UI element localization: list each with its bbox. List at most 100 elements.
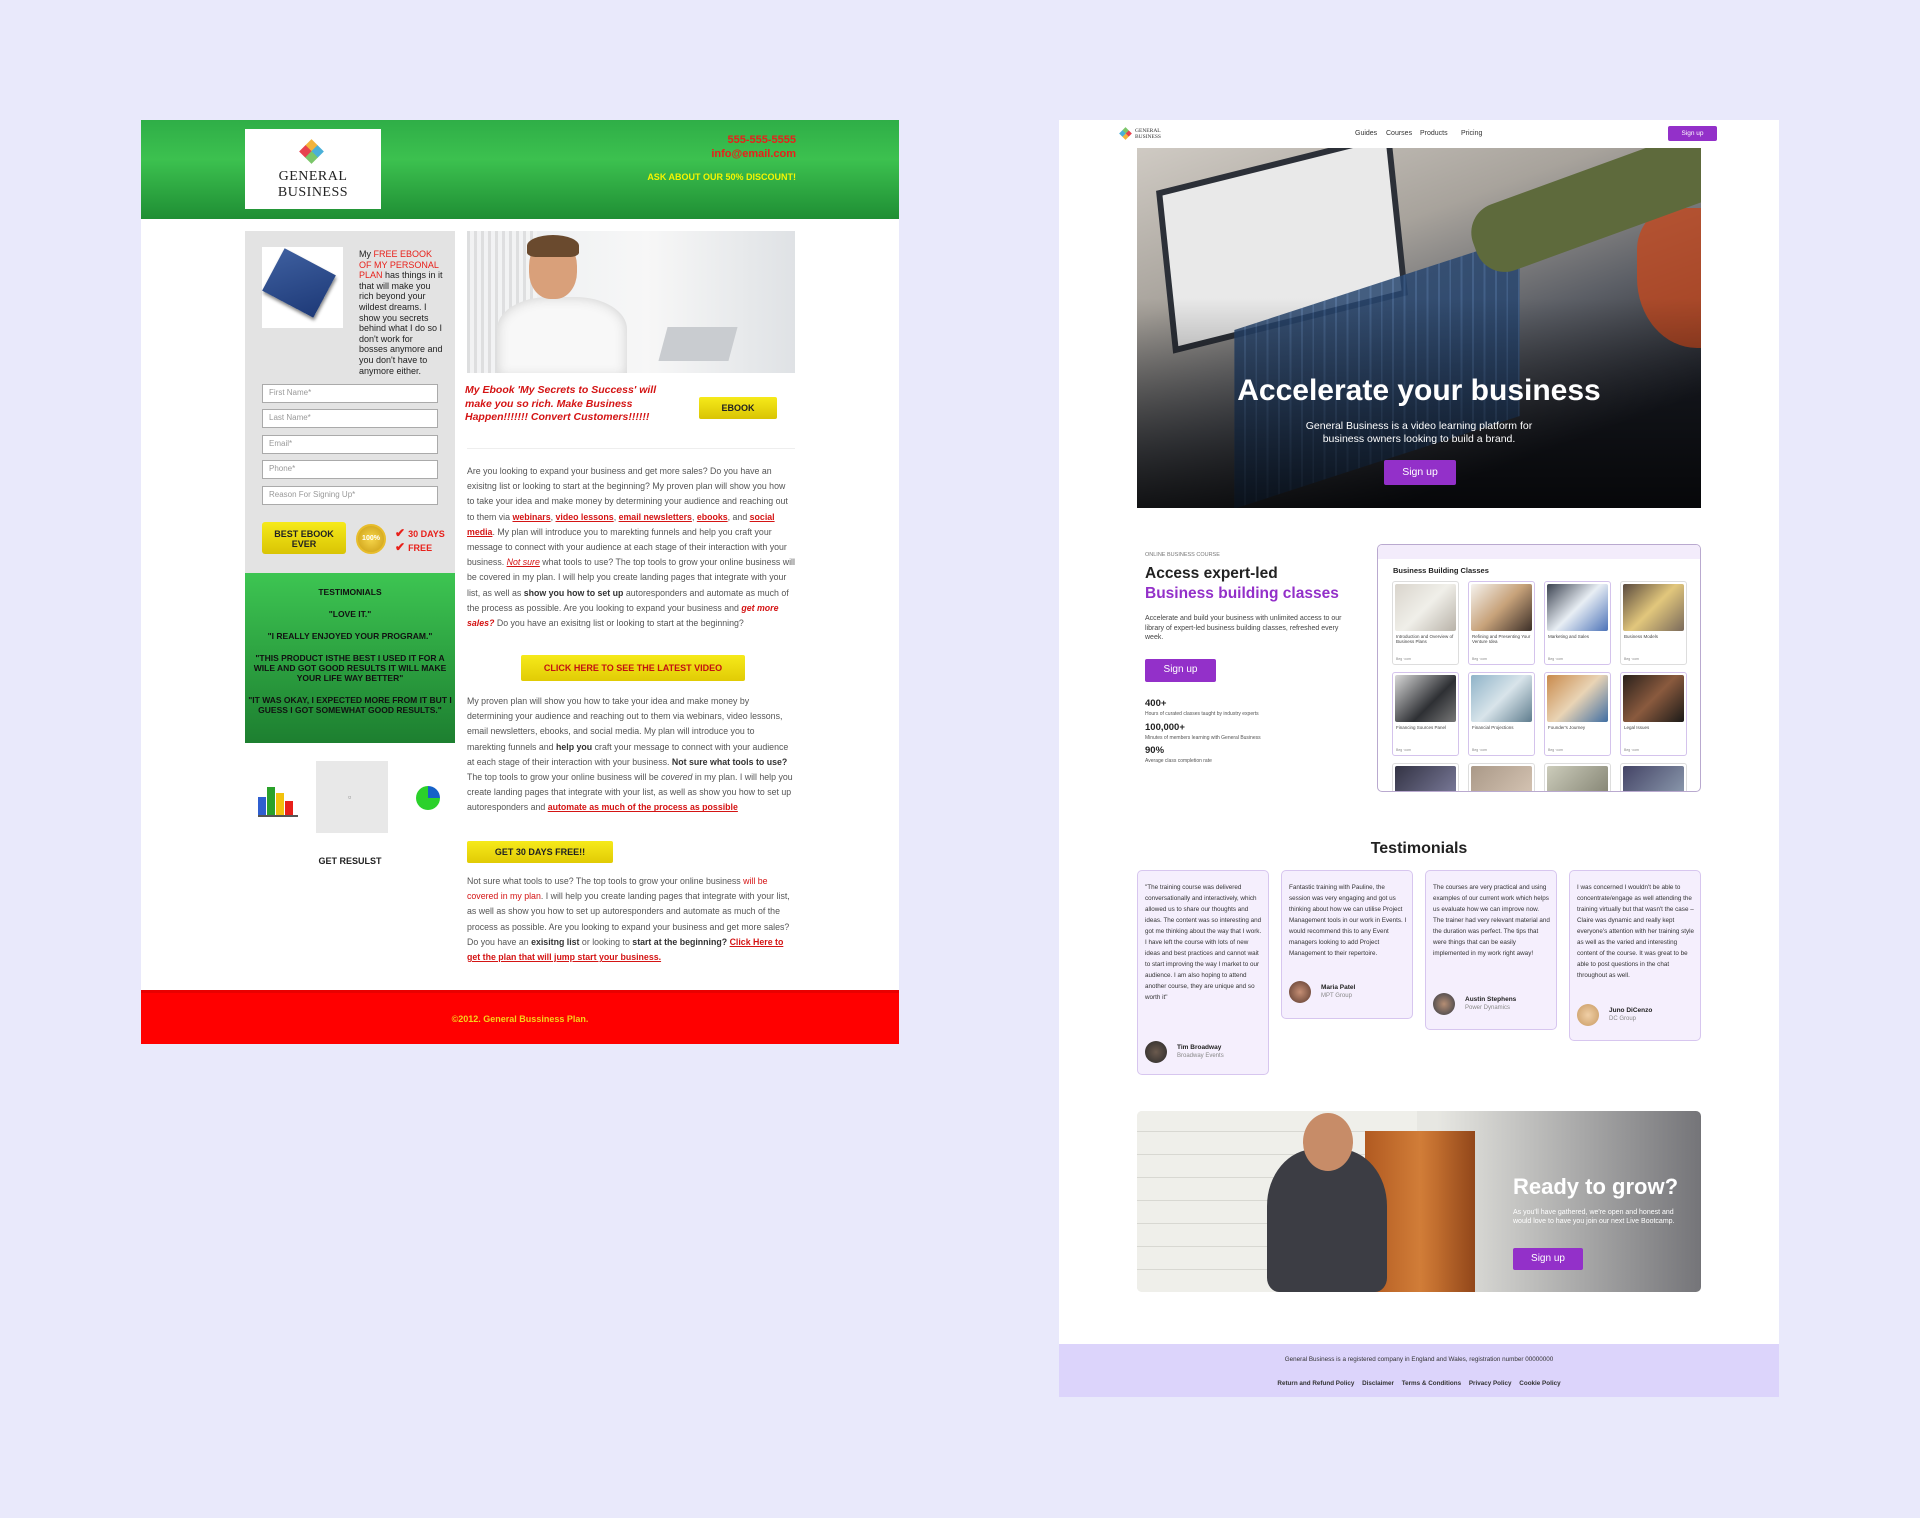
testimonial-card: I was concerned I wouldn't be able to co…: [1569, 870, 1701, 1041]
course-eyebrow: ONLINE BUSINESS COURSE: [1145, 552, 1220, 558]
testimonial-org: DC Group: [1609, 1016, 1637, 1022]
testimonial-quote: "IT WAS OKAY, I EXPECTED MORE FROM IT BU…: [248, 695, 452, 715]
testimonial-name: Maria Patel: [1321, 984, 1356, 991]
testimonial-quote: I was concerned I wouldn't be able to co…: [1577, 884, 1695, 979]
not-sure-link[interactable]: Not sure: [507, 557, 540, 567]
check-free: ✔ FREE: [395, 540, 433, 554]
email-link[interactable]: info@email.com: [711, 147, 796, 161]
checkmark-icon: ✔: [395, 526, 406, 540]
email-field[interactable]: Email*: [262, 435, 438, 454]
hero-signup-button[interactable]: Sign up: [1384, 460, 1456, 485]
nav-signup-button[interactable]: Sign up: [1668, 126, 1717, 141]
class-card[interactable]: Business Models Beg ·com: [1620, 581, 1687, 665]
class-card[interactable]: [1544, 763, 1611, 791]
avatar: [1433, 993, 1455, 1015]
stat-number: 400+: [1145, 698, 1167, 709]
testimonial-name: Juno DiCenzo: [1609, 1007, 1653, 1014]
avatar: [1145, 1041, 1167, 1063]
nav-pricing[interactable]: Pricing: [1461, 130, 1482, 137]
testimonial-card: The courses are very practical and using…: [1425, 870, 1557, 1030]
body-paragraph-3: Not sure what tools to use? The top tool…: [467, 876, 790, 963]
nav-logo[interactable]: GENERAL BUSINESS: [1119, 127, 1161, 141]
class-card[interactable]: [1392, 763, 1459, 791]
nav-courses[interactable]: Courses: [1386, 130, 1412, 137]
automate-link[interactable]: automate as much of the process as possi…: [548, 802, 738, 812]
old-landing-page: GENERAL BUSINESS 555-555-5555 info@email…: [141, 120, 899, 1044]
class-card[interactable]: Refining and Presenting Your Venture Ide…: [1468, 581, 1535, 665]
video-lessons-link[interactable]: video lessons: [556, 512, 614, 522]
testimonial-quote: "The training course was delivered conve…: [1145, 884, 1262, 1001]
ebook-blurb: My FREE EBOOK OF MY PERSONAL PLAN has th…: [359, 249, 443, 376]
testimonial-card: "The training course was delivered conve…: [1137, 870, 1269, 1075]
hero-title: Accelerate your business: [1237, 374, 1601, 407]
registration-text: General Business is a registered company…: [1284, 1356, 1554, 1363]
free-30-days-button[interactable]: GET 30 DAYS FREE!!: [467, 841, 613, 863]
reason-field[interactable]: Reason For Signing Up*: [262, 486, 438, 505]
check-30-days: ✔ 30 DAYS: [395, 526, 445, 540]
latest-video-button[interactable]: CLICK HERE TO SEE THE LATEST VIDEO: [521, 655, 745, 681]
old-logo-text: GENERAL BUSINESS: [277, 169, 349, 200]
disclaimer-link[interactable]: Disclaimer: [1362, 1380, 1394, 1387]
businessman-photo: [467, 231, 795, 373]
testimonial-org: Power Dynamics: [1465, 1005, 1511, 1011]
course-title-highlight: Business building classes: [1145, 585, 1339, 602]
nav-guides[interactable]: Guides: [1355, 130, 1377, 137]
class-card[interactable]: Legal Issues Beg ·com: [1620, 672, 1687, 756]
phone-link[interactable]: 555-555-5555: [711, 133, 796, 147]
class-card[interactable]: Founder's Journey Beg ·com: [1544, 672, 1611, 756]
body-paragraph-1: Are you looking to expand your business …: [467, 466, 795, 629]
class-card[interactable]: [1468, 763, 1535, 791]
course-title: Access expert-led: [1145, 565, 1278, 582]
classes-panel: Business Building Classes Introduction a…: [1377, 544, 1701, 792]
stat-label: Hours of curated classes taught by indus…: [1145, 711, 1259, 717]
email-newsletters-link[interactable]: email newsletters: [619, 512, 692, 522]
testimonial-name: Austin Stephens: [1465, 996, 1517, 1003]
checkmark-icon: ✔: [395, 540, 406, 554]
stat-number: 90%: [1145, 745, 1165, 756]
privacy-link[interactable]: Privacy Policy: [1469, 1380, 1512, 1387]
guarantee-medal-icon: 100%: [356, 524, 386, 554]
top-nav: GENERAL BUSINESS Guides Courses Products …: [1059, 120, 1779, 148]
testimonial-quote: The courses are very practical and using…: [1433, 884, 1550, 957]
refund-policy-link[interactable]: Return and Refund Policy: [1277, 1380, 1354, 1387]
first-name-field[interactable]: First Name*: [262, 384, 438, 403]
testimonial-card: Fantastic training with Pauline, the ses…: [1281, 870, 1413, 1019]
webinars-link[interactable]: webinars: [512, 512, 550, 522]
phone-field[interactable]: Phone*: [262, 460, 438, 479]
best-ebook-button[interactable]: BEST EBOOK EVER: [262, 522, 346, 554]
logo-diamond-icon: [299, 139, 324, 164]
cta-title: Ready to grow?: [1513, 1174, 1679, 1199]
new-footer: General Business is a registered company…: [1059, 1344, 1779, 1397]
class-card[interactable]: Financial Projections Beg ·com: [1468, 672, 1535, 756]
avatar: [1289, 981, 1311, 1003]
old-header: GENERAL BUSINESS 555-555-5555 info@email…: [141, 120, 899, 219]
pie-chart-icon: [416, 786, 440, 810]
cta-signup-button[interactable]: Sign up: [1513, 1248, 1583, 1270]
last-name-field[interactable]: Last Name*: [262, 409, 438, 428]
testimonial-quote: "LOVE IT.": [328, 609, 372, 619]
ebook-button[interactable]: EBOOK: [699, 397, 777, 419]
signup-sidebar: My FREE EBOOK OF MY PERSONAL PLAN has th…: [245, 231, 455, 573]
cta-banner: Ready to grow? As you'll have gathered, …: [1137, 1111, 1701, 1292]
result-icons: ▫: [245, 761, 455, 833]
class-card[interactable]: Introduction and Overview of Business Pl…: [1392, 581, 1459, 665]
terms-link[interactable]: Terms & Conditions: [1402, 1380, 1461, 1387]
ebooks-link[interactable]: ebooks: [697, 512, 728, 522]
old-copyright: ©2012. General Bussiness Plan.: [451, 1014, 589, 1024]
body-paragraph-2: My proven plan will show you how to take…: [467, 696, 793, 813]
old-logo[interactable]: GENERAL BUSINESS: [245, 129, 381, 209]
stat-number: 100,000+: [1145, 722, 1185, 733]
class-card[interactable]: [1620, 763, 1687, 791]
course-signup-button[interactable]: Sign up: [1145, 659, 1216, 682]
old-footer: ©2012. General Bussiness Plan.: [141, 990, 899, 1044]
old-contact: 555-555-5555 info@email.com: [711, 133, 796, 161]
new-landing-page: GENERAL BUSINESS Guides Courses Products …: [1059, 120, 1779, 1397]
hero-subtitle: General Business is a video learning pla…: [1305, 420, 1533, 445]
class-card[interactable]: Marketing and Sales Beg ·com: [1544, 581, 1611, 665]
divider: [467, 448, 795, 449]
nav-products[interactable]: Products: [1420, 130, 1448, 137]
cookie-link[interactable]: Cookie Policy: [1519, 1380, 1560, 1387]
classes-title: Business Building Classes: [1393, 566, 1489, 575]
footer-links: Return and Refund Policy Disclaimer Term…: [1059, 1380, 1779, 1387]
class-card[interactable]: Financing Sources Panel Beg ·com: [1392, 672, 1459, 756]
